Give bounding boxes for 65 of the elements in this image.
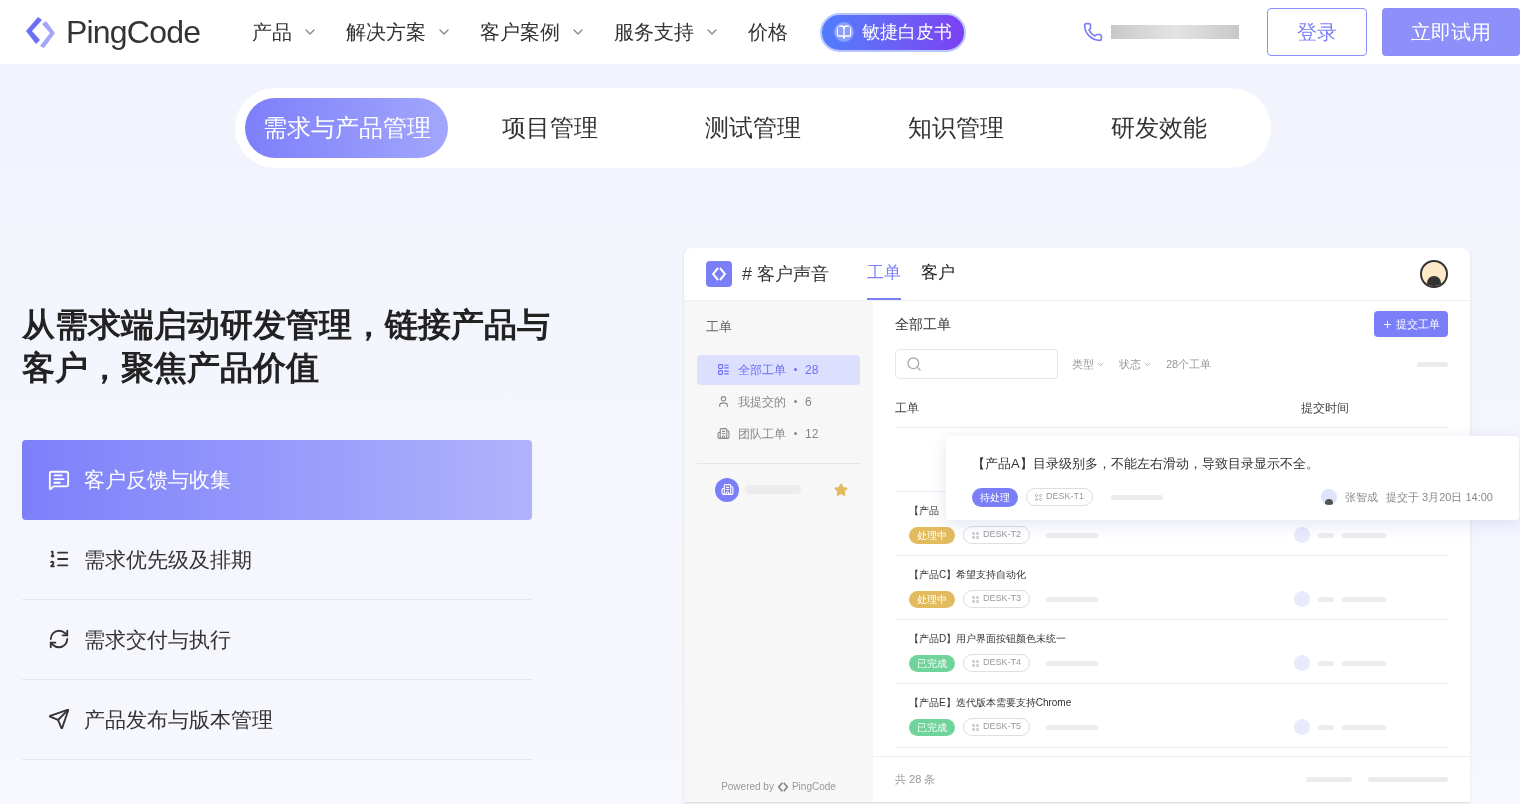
- sidebar-item-count: 28: [805, 361, 819, 379]
- status-tag: 待处理: [972, 487, 1018, 507]
- book-icon: [834, 22, 855, 42]
- nav-link[interactable]: 服务支持: [614, 17, 721, 47]
- feature-item[interactable]: 需求优先级及排期: [22, 519, 532, 600]
- category-tab[interactable]: 知识管理: [854, 98, 1057, 158]
- submitter-name: 张智成: [1345, 489, 1378, 505]
- phone-icon: [1083, 22, 1103, 42]
- person-avatar: [1321, 489, 1337, 505]
- avatar-placeholder: [1294, 527, 1310, 543]
- feature-item[interactable]: 需求交付与执行: [22, 599, 532, 680]
- plus-icon: [1382, 318, 1393, 330]
- status-tag: 处理中: [909, 526, 955, 544]
- status-tag: 处理中: [909, 590, 955, 608]
- user-avatar: [1420, 260, 1448, 288]
- nav-link[interactable]: 客户案例: [480, 17, 587, 47]
- app-logo-icon: [706, 261, 732, 287]
- search-field[interactable]: [895, 349, 1058, 379]
- list-icon: [717, 363, 730, 376]
- column-header: 提交时间: [1301, 400, 1349, 417]
- small-logo-icon: [777, 781, 788, 792]
- send-icon: [48, 708, 70, 731]
- submit-time: 提交于 3月20日 14:00: [1386, 489, 1493, 505]
- ticket-card[interactable]: 【产品A】目录级别多，不能左右滑动，导致目录显示不全。 待处理 DESK-T1 张智成 提交于 3月20日 14:00: [946, 436, 1519, 520]
- star-icon: [834, 482, 848, 497]
- login-button[interactable]: 登录: [1267, 8, 1367, 56]
- category-tab[interactable]: 测试管理: [651, 98, 854, 158]
- sidebar-item-label: 团队工单: [738, 425, 786, 443]
- sidebar-item-label: 全部工单: [738, 361, 786, 379]
- category-tab[interactable]: 研发效能: [1057, 98, 1260, 158]
- ticket-title: 【产品E】迭代版本需要支持Chrome: [909, 696, 1072, 711]
- list-title: 全部工单: [895, 314, 951, 334]
- user-icon: [717, 395, 730, 408]
- powered-by-text: Powered by: [721, 780, 774, 794]
- message-icon: [48, 468, 70, 491]
- search-icon: [906, 356, 922, 372]
- category-tab[interactable]: 项目管理: [448, 98, 651, 158]
- sidebar-item-label: 我提交的: [738, 393, 786, 411]
- app-tab[interactable]: 客户: [921, 248, 955, 300]
- nav-link[interactable]: 产品: [252, 17, 319, 47]
- nav-link[interactable]: 价格: [748, 17, 789, 47]
- building-icon: [717, 427, 730, 440]
- sidebar-heading: 工单: [705, 318, 733, 336]
- cycle-icon: [48, 628, 70, 651]
- status-tag: 已完成: [909, 718, 955, 736]
- total-count: 共 28 条: [895, 772, 936, 787]
- feature-item[interactable]: 产品发布与版本管理: [22, 679, 532, 760]
- nav-link[interactable]: 解决方案: [346, 17, 453, 47]
- sidebar-item-count: 6: [805, 393, 812, 411]
- status-tag: 已完成: [909, 654, 955, 672]
- sidebar-item-count: 12: [805, 425, 819, 443]
- ticket-title: 【产品D】用户界面按钮颜色未统一: [909, 632, 1067, 647]
- ticket-count: 28个工单: [1166, 356, 1212, 372]
- ticket-title: 【产品C】希望支持自动化: [909, 568, 1027, 583]
- whitepaper-button[interactable]: 敏捷白皮书: [820, 12, 967, 52]
- powered-by-brand: PingCode: [791, 780, 836, 794]
- brand-logo-text: PingCode: [66, 13, 201, 52]
- column-header: 工单: [895, 400, 919, 417]
- app-title: # 客户声音: [742, 262, 829, 286]
- headline: 从需求端启动研发管理，链接产品与客户，聚焦产品价值: [22, 305, 551, 388]
- team-avatar: [715, 477, 739, 502]
- sidebar-item[interactable]: 我提交的 6: [697, 386, 860, 417]
- sidebar-item[interactable]: 团队工单 12: [697, 418, 860, 449]
- ticket-title: 【产品: [909, 504, 939, 519]
- ticket-card-title: 【产品A】目录级别多，不能左右滑动，导致目录显示不全。: [972, 455, 1320, 473]
